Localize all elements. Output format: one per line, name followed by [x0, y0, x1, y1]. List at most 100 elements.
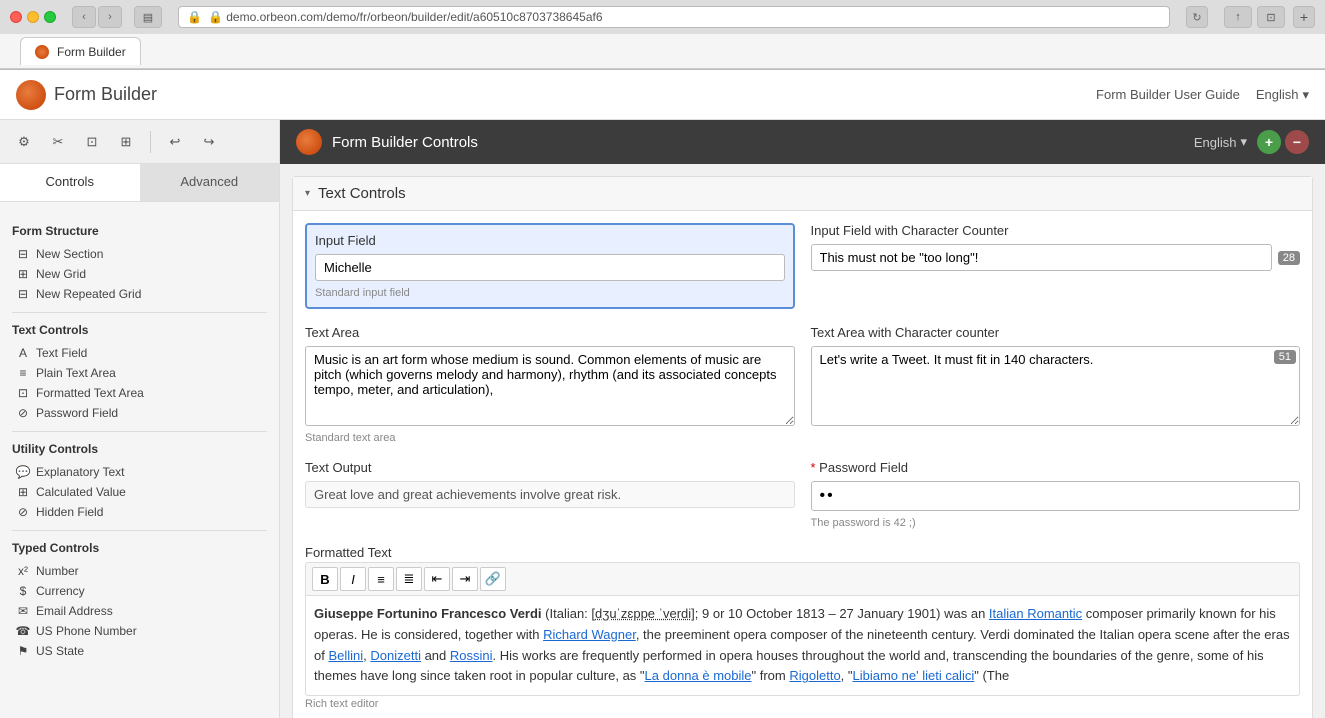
user-guide-link[interactable]: Form Builder User Guide — [1096, 87, 1240, 102]
add-language-button[interactable]: + — [1257, 130, 1281, 154]
password-label: Password Field — [811, 460, 1301, 475]
rich-italic-button[interactable]: I — [340, 567, 366, 591]
back-button[interactable]: ‹ — [72, 6, 96, 28]
toolbar-undo-button[interactable]: ↩ — [161, 128, 189, 156]
share-button[interactable]: ↑ — [1224, 6, 1252, 28]
sidebar-item-currency-label: Currency — [36, 584, 85, 598]
formatted-text-label: Formatted Text — [305, 545, 1300, 560]
main-content: ⚙ ✂ ⊡ ⊞ ↩ ↪ Controls Advanced Form Struc… — [0, 120, 1325, 718]
sidebar-item-new-grid[interactable]: ⊞ New Grid — [12, 264, 267, 284]
sidebar-item-formatted-text-area[interactable]: ⊡ Formatted Text Area — [12, 383, 267, 403]
input-char-counter: 28 — [1278, 251, 1300, 265]
remove-language-button[interactable]: − — [1285, 130, 1309, 154]
toolbar-settings-button[interactable]: ⚙ — [10, 128, 38, 156]
state-icon: ⚑ — [16, 644, 30, 658]
app-logo: Form Builder — [16, 80, 1096, 110]
toolbar-redo-button[interactable]: ↪ — [195, 128, 223, 156]
textarea-input[interactable]: Music is an art form whose medium is sou… — [305, 346, 795, 426]
new-window-button[interactable]: ⊡ — [1257, 6, 1285, 28]
toolbar-copy-button[interactable]: ⊡ — [78, 128, 106, 156]
form-structure-title: Form Structure — [12, 224, 267, 238]
sidebar-item-us-state[interactable]: ⚑ US State — [12, 641, 267, 661]
orbeon-logo — [296, 129, 322, 155]
url-text: 🔒 demo.orbeon.com/demo/fr/orbeon/builder… — [208, 10, 603, 24]
browser-toolbar: Form Builder — [0, 34, 1325, 69]
sidebar-toggle-button[interactable]: ▤ — [134, 6, 162, 28]
textarea-char-counter: 51 — [1274, 350, 1296, 364]
browser-titlebar: ‹ › ▤ 🔒 🔒 demo.orbeon.com/demo/fr/orbeon… — [0, 0, 1325, 34]
input-counter-label: Input Field with Character Counter — [811, 223, 1301, 238]
section-header: ▾ Text Controls — [293, 177, 1312, 211]
sidebar-item-hidden-field[interactable]: ⊘ Hidden Field — [12, 502, 267, 522]
toolbar-cut-button[interactable]: ✂ — [44, 128, 72, 156]
rich-link-button[interactable]: 🔗 — [480, 567, 506, 591]
minimize-button[interactable] — [27, 11, 39, 23]
sidebar-item-currency[interactable]: $ Currency — [12, 581, 267, 601]
rich-bold-button[interactable]: B — [312, 567, 338, 591]
window-controls — [10, 11, 56, 23]
textarea-counter-input[interactable]: Let's write a Tweet. It must fit in 140 … — [811, 346, 1301, 426]
address-bar[interactable]: 🔒 🔒 demo.orbeon.com/demo/fr/orbeon/build… — [178, 6, 1170, 28]
sidebar-item-new-section[interactable]: ⊟ New Section — [12, 244, 267, 264]
phone-icon: ☎ — [16, 624, 30, 638]
sidebar-item-us-phone[interactable]: ☎ US Phone Number — [12, 621, 267, 641]
form-title: Form Builder Controls — [332, 134, 1184, 151]
input-counter-wrapper: 28 — [811, 244, 1301, 271]
active-tab[interactable]: Form Builder — [20, 37, 141, 65]
text-output-label: Text Output — [305, 460, 795, 475]
repeated-grid-icon: ⊟ — [16, 287, 30, 301]
close-button[interactable] — [10, 11, 22, 23]
nav-right: Form Builder User Guide English ▾ — [1096, 87, 1309, 103]
sidebar-item-email-address[interactable]: ✉ Email Address — [12, 601, 267, 621]
grid-icon: ⊞ — [16, 267, 30, 281]
sidebar-item-password-field-label: Password Field — [36, 406, 118, 420]
sidebar-item-new-repeated-grid[interactable]: ⊟ New Repeated Grid — [12, 284, 267, 304]
forward-button[interactable]: › — [98, 6, 122, 28]
app-nav: Form Builder Form Builder User Guide Eng… — [0, 70, 1325, 120]
header-language-selector[interactable]: English ▾ — [1194, 134, 1247, 150]
textarea-hint: Standard text area — [305, 432, 795, 444]
sidebar-item-explanatory-text[interactable]: 💬 Explanatory Text — [12, 462, 267, 482]
rich-indent-left-button[interactable]: ⇤ — [424, 567, 450, 591]
password-input[interactable] — [811, 481, 1301, 511]
section-toggle[interactable]: ▾ — [305, 188, 310, 199]
sidebar-item-calculated-value[interactable]: ⊞ Calculated Value — [12, 482, 267, 502]
password-hint: The password is 42 ;) — [811, 517, 1301, 529]
rich-indent-right-button[interactable]: ⇥ — [452, 567, 478, 591]
nav-buttons: ‹ › — [72, 6, 122, 28]
nav-lang-arrow: ▾ — [1302, 87, 1309, 103]
sidebar-item-text-field-label: Text Field — [36, 346, 87, 360]
rich-text-hint: Rich text editor — [305, 698, 1300, 710]
textarea-counter-wrapper: Let's write a Tweet. It must fit in 140 … — [811, 346, 1301, 429]
utility-controls-title: Utility Controls — [12, 442, 267, 456]
sidebar-tabs: Controls Advanced — [0, 164, 279, 202]
sidebar-item-number[interactable]: x² Number — [12, 561, 267, 581]
sidebar-item-new-repeated-grid-label: New Repeated Grid — [36, 287, 141, 301]
reload-button[interactable]: ↻ — [1186, 6, 1208, 28]
input-counter-input[interactable] — [811, 244, 1272, 271]
input-field-hint: Standard input field — [315, 287, 785, 299]
input-field-cell[interactable]: Input Field Standard input field — [305, 223, 795, 309]
toolbar-divider — [150, 131, 151, 153]
header-lang-arrow: ▾ — [1240, 134, 1247, 150]
input-field-input[interactable] — [315, 254, 785, 281]
new-tab-button[interactable]: + — [1293, 6, 1315, 28]
formatted-text-cell: Formatted Text B I ≡ ≣ ⇤ ⇥ 🔗 — [305, 545, 1300, 710]
browser-actions: ↑ ⊡ — [1224, 6, 1285, 28]
toolbar-paste-button[interactable]: ⊞ — [112, 128, 140, 156]
nav-language-selector[interactable]: English ▾ — [1256, 87, 1309, 103]
rich-text-content[interactable]: Giuseppe Fortunino Francesco Verdi (Ital… — [305, 595, 1300, 696]
tab-controls[interactable]: Controls — [0, 164, 140, 201]
sidebar-item-plain-text-area-label: Plain Text Area — [36, 366, 116, 380]
sidebar-item-text-field[interactable]: A Text Field — [12, 343, 267, 363]
tab-title: Form Builder — [57, 45, 126, 59]
tab-advanced[interactable]: Advanced — [140, 164, 280, 201]
rich-ol-button[interactable]: ≣ — [396, 567, 422, 591]
rich-ul-button[interactable]: ≡ — [368, 567, 394, 591]
sidebar-item-new-grid-label: New Grid — [36, 267, 86, 281]
maximize-button[interactable] — [44, 11, 56, 23]
sidebar-item-password-field[interactable]: ⊘ Password Field — [12, 403, 267, 423]
rich-text-toolbar: B I ≡ ≣ ⇤ ⇥ 🔗 — [305, 562, 1300, 595]
sidebar-item-plain-text-area[interactable]: ≡ Plain Text Area — [12, 363, 267, 383]
number-icon: x² — [16, 564, 30, 578]
